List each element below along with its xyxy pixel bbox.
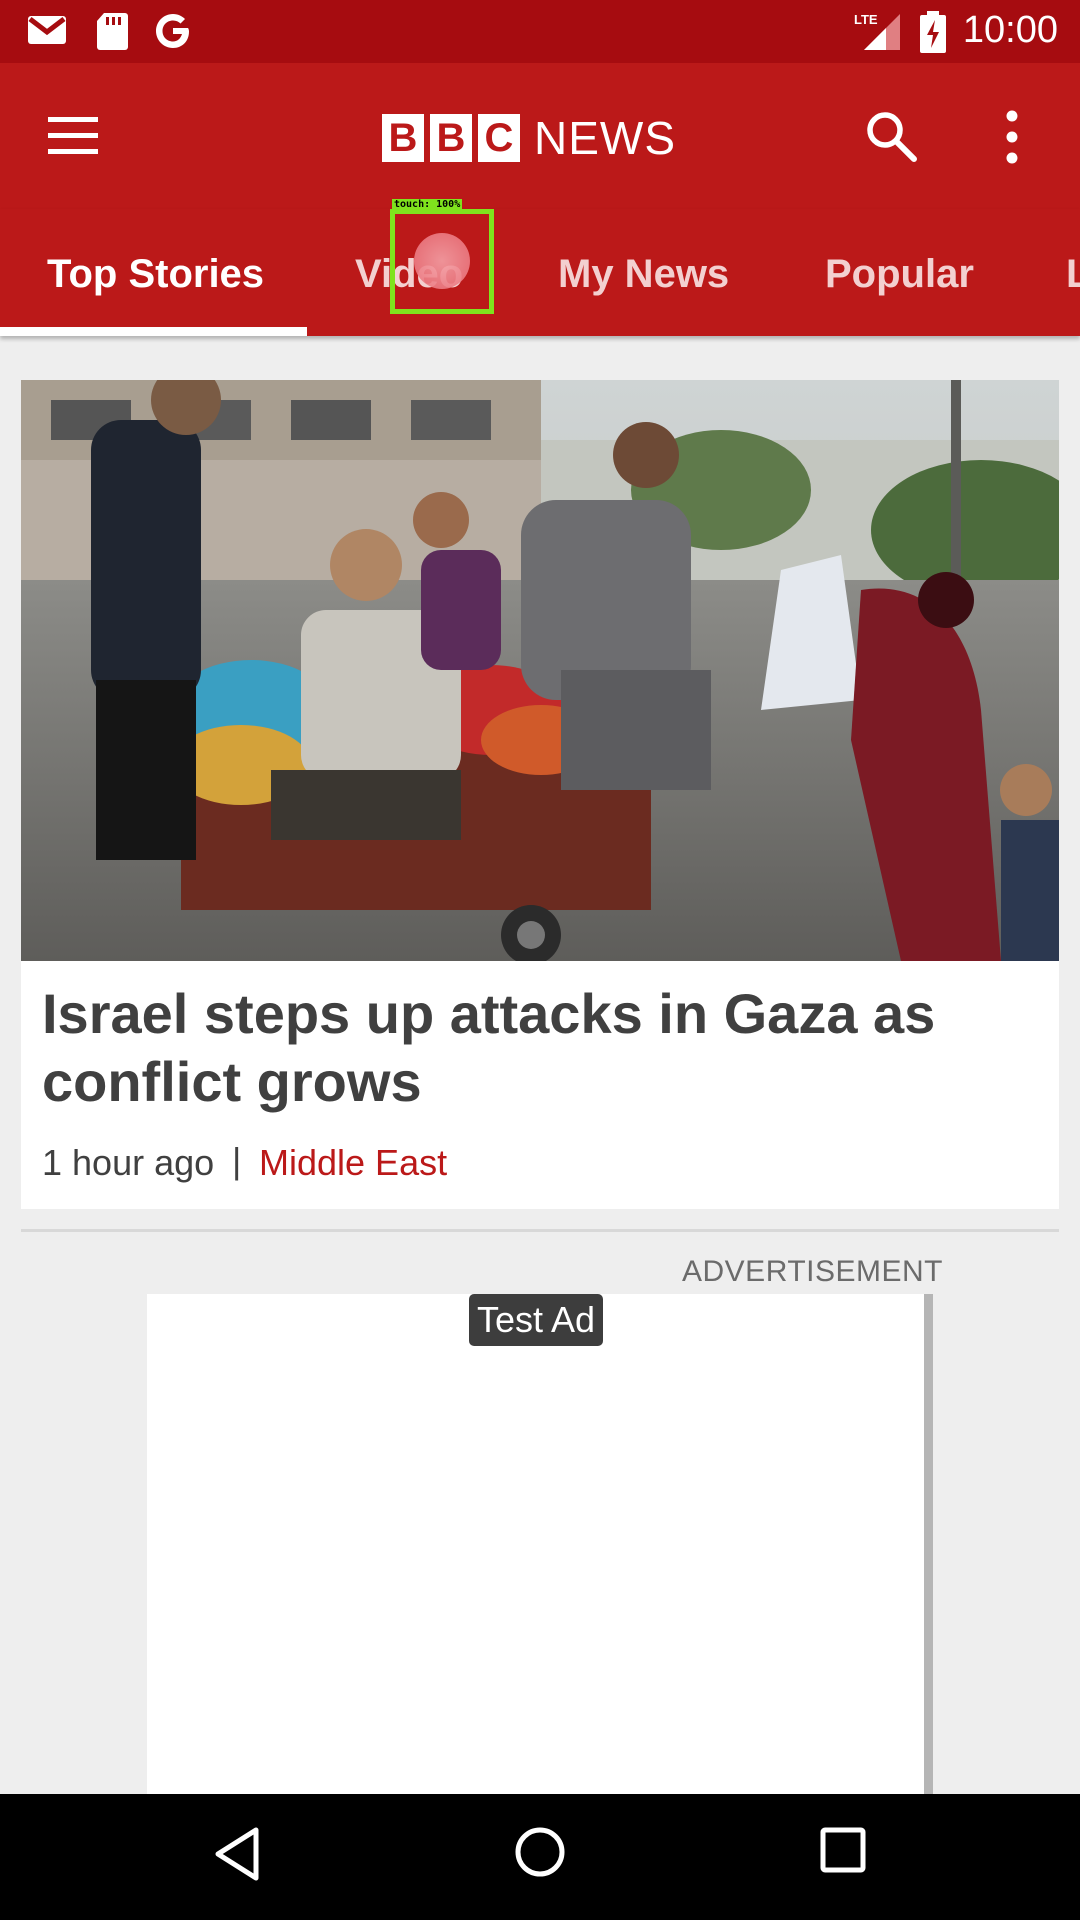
back-icon[interactable]	[212, 1826, 262, 1882]
logo-letter: C	[478, 114, 520, 162]
logo-text: NEWS	[534, 112, 676, 164]
tab-my-news[interactable]: My News	[558, 252, 729, 297]
tab-top-stories[interactable]: Top Stories	[47, 252, 264, 297]
menu-icon[interactable]	[44, 113, 102, 159]
divider	[21, 1229, 1059, 1232]
lte-signal-icon: LTE	[854, 12, 900, 50]
touch-highlight-box	[390, 209, 494, 314]
google-icon	[156, 14, 189, 48]
top-story-card[interactable]: Israel steps up attacks in Gaza as confl…	[21, 380, 1059, 1209]
article-headline[interactable]: Israel steps up attacks in Gaza as confl…	[42, 980, 1032, 1116]
gmail-icon	[28, 16, 66, 44]
article-hero-image[interactable]	[21, 380, 1059, 961]
status-bar: LTE 10:00	[0, 0, 1080, 63]
status-time: 10:00	[962, 9, 1058, 51]
app-bar: B B C NEWS	[0, 63, 1080, 209]
home-icon[interactable]	[514, 1826, 566, 1878]
more-vert-icon[interactable]	[1000, 109, 1024, 165]
article-timestamp: 1 hour ago	[42, 1142, 215, 1183]
tab-partial[interactable]: L	[1066, 252, 1080, 297]
logo-letter: B	[382, 114, 424, 162]
recents-icon[interactable]	[819, 1826, 867, 1874]
active-tab-indicator	[0, 327, 307, 336]
tab-popular[interactable]: Popular	[825, 252, 974, 297]
test-ad-badge: Test Ad	[469, 1294, 604, 1346]
touch-label: touch: 100%	[392, 199, 463, 211]
article-section-link[interactable]: Middle East	[259, 1142, 447, 1184]
svg-text:LTE: LTE	[854, 12, 878, 27]
battery-charging-icon	[920, 11, 946, 53]
search-icon[interactable]	[864, 109, 918, 163]
logo-letter: B	[430, 114, 472, 162]
ad-banner[interactable]	[147, 1294, 933, 1794]
sd-card-icon	[97, 13, 128, 50]
advertisement-label: ADVERTISEMENT	[682, 1255, 943, 1288]
bbc-news-logo: B B C NEWS	[382, 112, 676, 164]
system-nav-bar	[0, 1794, 1080, 1920]
meta-separator: |	[232, 1140, 242, 1181]
section-tabs: Top Stories Video My News Popular L	[0, 209, 1080, 336]
